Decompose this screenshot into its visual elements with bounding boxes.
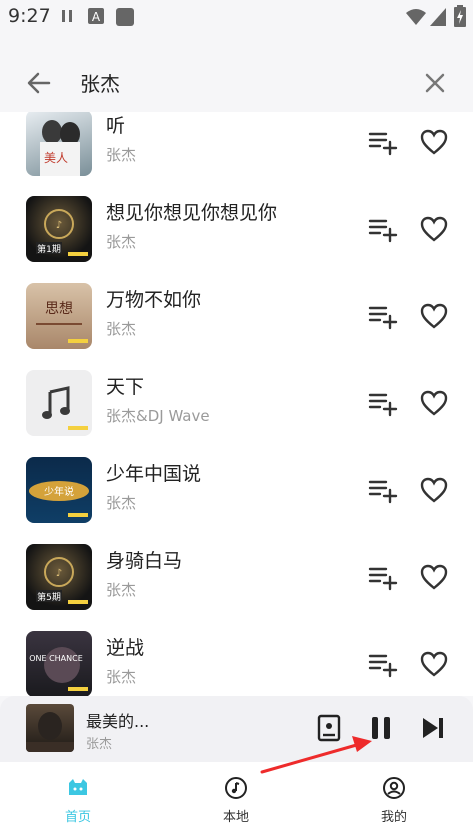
notification-a-icon: A [88,8,104,24]
cover-art-1-icon: 美人 [40,120,80,176]
nav-home[interactable]: 首页 [38,776,118,836]
song-title: 身骑白马 [106,550,183,572]
svg-text:思想: 思想 [45,301,73,317]
song-row[interactable]: 天下 张杰&DJ Wave [0,360,473,447]
song-title: 听 [106,115,126,137]
cover-art-3-icon: 思想 [36,301,88,343]
svg-text:♪: ♪ [56,220,62,231]
cover-art-5-icon: 少年说 [29,481,89,517]
song-artist: 张杰 [106,320,137,338]
song-title: 逆战 [106,637,145,659]
nav-home-label: 首页 [64,810,91,825]
back-arrow-icon[interactable] [24,68,54,98]
svg-text:ONE CHANCE: ONE CHANCE [29,654,83,663]
song-row[interactable]: ♪ 第1期 想见你想见你想见你 张杰 [0,186,473,273]
favorite-heart-icon[interactable] [419,475,449,505]
music-note-placeholder-icon [42,386,88,430]
song-artist: 张杰 [106,233,137,251]
player-song-artist: 张杰 [86,737,113,752]
clear-search-icon[interactable] [420,68,450,98]
favorite-heart-icon[interactable] [419,214,449,244]
player-cover-art-icon [26,712,74,752]
favorite-heart-icon[interactable] [419,562,449,592]
lyrics-icon[interactable] [314,713,344,743]
wifi-icon [406,9,426,25]
search-input[interactable]: 张杰 [80,68,120,97]
album-cover: ♪ 第5期 [26,544,92,610]
home-cat-icon [69,779,87,795]
add-to-playlist-icon[interactable] [368,562,398,592]
svg-text:美人: 美人 [44,151,68,165]
song-title: 想见你想见你想见你 [106,202,278,224]
add-to-playlist-icon[interactable] [368,475,398,505]
favorite-heart-icon[interactable] [419,301,449,331]
search-header: 张杰 [0,52,473,113]
pause-icon[interactable] [366,713,396,743]
app-status-icon [116,8,134,26]
music-disc-icon [225,777,247,799]
profile-icon [383,777,405,799]
album-cover: 少年说 [26,457,92,523]
svg-text:第1期: 第1期 [37,243,61,255]
battery-icon [454,5,466,27]
status-time: 9:27 [8,5,51,27]
add-to-playlist-icon[interactable] [368,214,398,244]
song-row[interactable]: ♪ 第5期 身骑白马 张杰 [0,534,473,621]
song-artist: 张杰 [106,494,137,512]
album-cover [26,370,92,436]
player-album-cover[interactable] [26,704,74,752]
svg-text:第5期: 第5期 [37,591,61,603]
add-to-playlist-icon[interactable] [368,127,398,157]
song-row[interactable]: ONE CHANCE 逆战 张杰 [0,621,473,696]
nav-local-label: 本地 [222,810,249,825]
song-row[interactable]: 思想 万物不如你 张杰 [0,273,473,360]
add-to-playlist-icon[interactable] [368,301,398,331]
signal-icon [430,8,446,26]
album-cover: 思想 [26,283,92,349]
cover-art-2-icon: ♪ 第1期 [36,209,88,256]
song-row[interactable]: 美人 听 张杰 [0,112,473,186]
song-artist: 张杰&DJ Wave [106,407,210,425]
song-list: 美人 听 张杰 ♪ 第1期 想见你想见你想见你 张杰 思想 万物不如你 张杰 天… [0,112,473,696]
album-cover: ♪ 第1期 [26,196,92,262]
cover-art-7-icon: ONE CHANCE [29,647,88,691]
svg-text:♪: ♪ [56,568,62,579]
next-track-icon[interactable] [418,713,448,743]
song-artist: 张杰 [106,146,137,164]
add-to-playlist-icon[interactable] [368,388,398,418]
album-cover: ONE CHANCE [26,631,92,696]
song-title: 少年中国说 [106,463,202,485]
nav-mine[interactable]: 我的 [354,776,434,836]
song-title: 万物不如你 [106,289,202,311]
song-row[interactable]: 少年说 少年中国说 张杰 [0,447,473,534]
song-artist: 张杰 [106,581,137,599]
mini-player[interactable]: 最美的... 张杰 [0,696,473,762]
bottom-nav: 首页 本地 我的 [0,762,473,840]
svg-text:少年说: 少年说 [44,485,74,498]
album-cover: 美人 [26,112,92,176]
svg-text:A: A [92,10,101,24]
nav-mine-label: 我的 [380,810,407,825]
favorite-heart-icon[interactable] [419,649,449,679]
player-song-title: 最美的... [86,712,150,731]
status-bar: 9:27 A [0,0,473,34]
add-to-playlist-icon[interactable] [368,649,398,679]
favorite-heart-icon[interactable] [419,388,449,418]
song-title: 天下 [106,376,145,398]
favorite-heart-icon[interactable] [419,127,449,157]
pause-status-icon [62,10,72,22]
cover-art-6-icon: ♪ 第5期 [36,557,88,604]
song-artist: 张杰 [106,668,137,686]
nav-local[interactable]: 本地 [196,776,276,836]
